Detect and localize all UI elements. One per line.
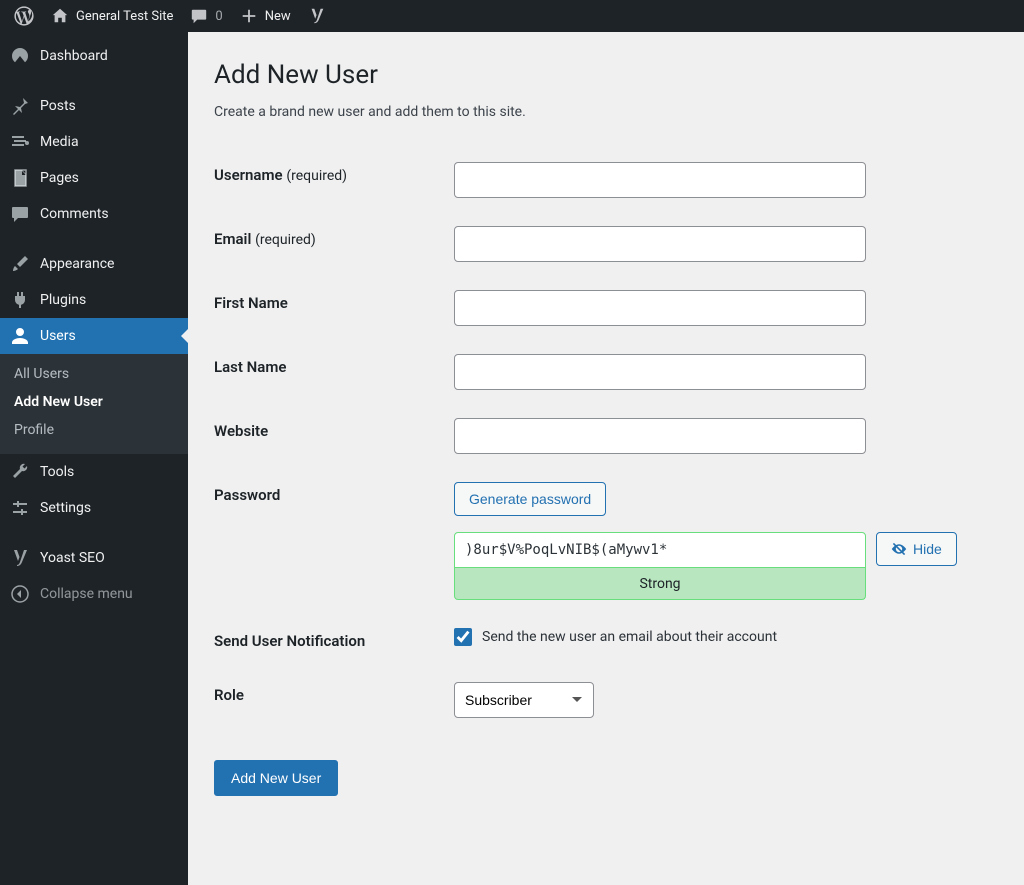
lastname-input[interactable]	[454, 354, 866, 390]
comment-icon	[189, 6, 209, 26]
comment-icon	[10, 204, 30, 224]
submenu-item-all-users[interactable]: All Users	[0, 360, 188, 388]
notify-label: Send User Notification	[214, 614, 454, 668]
add-user-form: Username (required) Email (required) Fir…	[214, 148, 998, 732]
yoast-icon	[307, 6, 327, 26]
collapse-menu[interactable]: Collapse menu	[0, 576, 188, 612]
pin-icon	[10, 96, 30, 116]
email-input[interactable]	[454, 226, 866, 262]
sidebar-item-label: Appearance	[40, 256, 114, 272]
new-label: New	[265, 9, 291, 24]
notify-checkbox-label[interactable]: Send the new user an email about their a…	[482, 629, 777, 645]
password-label: Password	[214, 468, 454, 614]
add-new-user-submit[interactable]: Add New User	[214, 760, 338, 796]
sidebar-item-tools[interactable]: Tools	[0, 454, 188, 490]
sidebar-item-label: Pages	[40, 170, 79, 186]
comments-count: 0	[215, 9, 222, 24]
page-title: Add New User	[214, 60, 998, 90]
sidebar-item-users[interactable]: Users	[0, 318, 188, 354]
sliders-icon	[10, 498, 30, 518]
username-input[interactable]	[454, 162, 866, 198]
pages-icon	[10, 168, 30, 188]
sidebar-item-settings[interactable]: Settings	[0, 490, 188, 526]
media-icon	[10, 132, 30, 152]
generate-password-button[interactable]: Generate password	[454, 482, 606, 516]
dashboard-icon	[10, 46, 30, 66]
yoast-adminbar-link[interactable]	[299, 0, 335, 32]
brush-icon	[10, 254, 30, 274]
sidebar-item-label: Yoast SEO	[40, 550, 105, 566]
sidebar-item-label: Media	[40, 134, 79, 150]
site-name-link[interactable]: General Test Site	[42, 0, 181, 32]
site-name-text: General Test Site	[76, 9, 173, 24]
password-input[interactable]	[454, 532, 866, 568]
yoast-icon	[10, 548, 30, 568]
new-content-link[interactable]: New	[231, 0, 299, 32]
sidebar-item-label: Plugins	[40, 292, 86, 308]
sidebar-item-pages[interactable]: Pages	[0, 160, 188, 196]
role-label: Role	[214, 668, 454, 732]
sidebar-item-appearance[interactable]: Appearance	[0, 246, 188, 282]
lastname-label: Last Name	[214, 340, 454, 404]
sidebar-item-yoast[interactable]: Yoast SEO	[0, 540, 188, 576]
sidebar-item-plugins[interactable]: Plugins	[0, 282, 188, 318]
sidebar-item-comments[interactable]: Comments	[0, 196, 188, 232]
main-content: Add New User Create a brand new user and…	[188, 32, 1024, 885]
admin-sidebar: Dashboard Posts Media Pages Commen	[0, 32, 188, 885]
email-label: Email (required)	[214, 212, 454, 276]
firstname-input[interactable]	[454, 290, 866, 326]
sidebar-item-label: Comments	[40, 206, 109, 222]
sidebar-item-label: Settings	[40, 500, 91, 516]
notify-checkbox[interactable]	[454, 628, 472, 646]
wrench-icon	[10, 462, 30, 482]
admin-bar: General Test Site 0 New	[0, 0, 1024, 32]
sidebar-item-dashboard[interactable]: Dashboard	[0, 38, 188, 74]
submenu-item-add-new-user[interactable]: Add New User	[0, 388, 188, 416]
sidebar-item-media[interactable]: Media	[0, 124, 188, 160]
website-label: Website	[214, 404, 454, 468]
comments-link[interactable]: 0	[181, 0, 230, 32]
username-label: Username (required)	[214, 148, 454, 212]
submenu-item-profile[interactable]: Profile	[0, 416, 188, 444]
home-icon	[50, 6, 70, 26]
page-description: Create a brand new user and add them to …	[214, 104, 998, 120]
plus-icon	[239, 6, 259, 26]
user-icon	[10, 326, 30, 346]
sidebar-item-label: Users	[40, 328, 76, 344]
role-select[interactable]: Subscriber	[454, 682, 594, 718]
users-submenu: All Users Add New User Profile	[0, 354, 188, 454]
eye-slash-icon	[891, 541, 907, 557]
plug-icon	[10, 290, 30, 310]
sidebar-item-label: Dashboard	[40, 48, 108, 64]
collapse-label: Collapse menu	[40, 586, 133, 602]
sidebar-item-posts[interactable]: Posts	[0, 88, 188, 124]
wp-logo[interactable]	[6, 0, 42, 32]
sidebar-item-label: Posts	[40, 98, 76, 114]
website-input[interactable]	[454, 418, 866, 454]
firstname-label: First Name	[214, 276, 454, 340]
sidebar-item-label: Tools	[40, 464, 74, 480]
wordpress-icon	[14, 6, 34, 26]
hide-password-button[interactable]: Hide	[876, 532, 957, 566]
collapse-icon	[10, 584, 30, 604]
password-strength-indicator: Strong	[454, 568, 866, 600]
